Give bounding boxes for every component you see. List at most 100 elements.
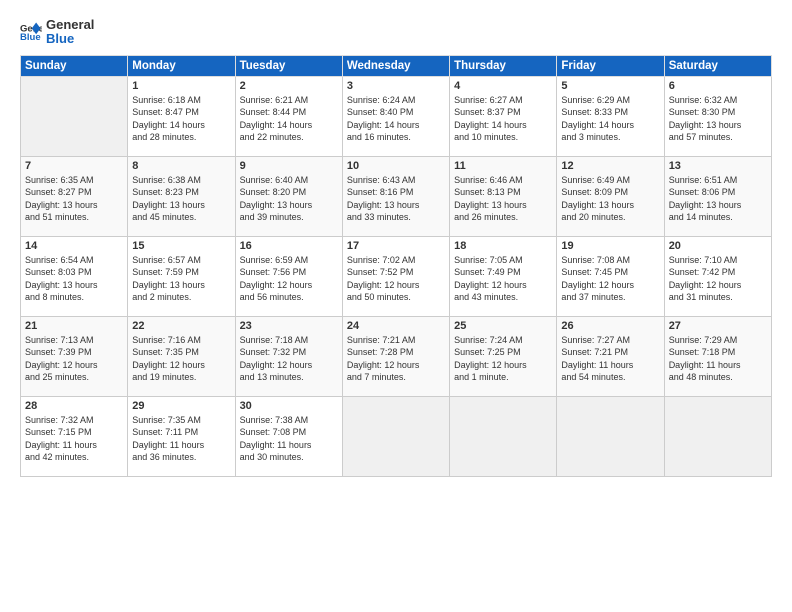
calendar-cell: 14 Sunrise: 6:54 AMSunset: 8:03 PMDayligh…	[21, 236, 128, 316]
calendar-cell: 15 Sunrise: 6:57 AMSunset: 7:59 PMDayligh…	[128, 236, 235, 316]
day-number: 22	[132, 320, 230, 332]
day-number: 2	[240, 80, 338, 92]
calendar-cell	[664, 396, 771, 476]
calendar-cell: 3 Sunrise: 6:24 AMSunset: 8:40 PMDaylight…	[342, 76, 449, 156]
cell-text: Sunrise: 6:18 AMSunset: 8:47 PMDaylight:…	[132, 94, 230, 144]
cell-text: Sunrise: 6:43 AMSunset: 8:16 PMDaylight:…	[347, 174, 445, 224]
cell-text: Sunrise: 6:40 AMSunset: 8:20 PMDaylight:…	[240, 174, 338, 224]
header-cell-thursday: Thursday	[450, 55, 557, 76]
cell-text: Sunrise: 7:13 AMSunset: 7:39 PMDaylight:…	[25, 334, 123, 384]
calendar-cell: 23 Sunrise: 7:18 AMSunset: 7:32 PMDayligh…	[235, 316, 342, 396]
cell-text: Sunrise: 7:24 AMSunset: 7:25 PMDaylight:…	[454, 334, 552, 384]
day-number: 18	[454, 240, 552, 252]
day-number: 26	[561, 320, 659, 332]
logo-general: General	[46, 18, 94, 32]
calendar-cell: 12Sunrise: 6:49 AMSunset: 8:09 PMDayligh…	[557, 156, 664, 236]
calendar-cell: 26 Sunrise: 7:27 AMSunset: 7:21 PMDayligh…	[557, 316, 664, 396]
calendar-cell: 13Sunrise: 6:51 AMSunset: 8:06 PMDayligh…	[664, 156, 771, 236]
calendar-cell: 25 Sunrise: 7:24 AMSunset: 7:25 PMDayligh…	[450, 316, 557, 396]
calendar-cell: 9 Sunrise: 6:40 AMSunset: 8:20 PMDaylight…	[235, 156, 342, 236]
day-number: 24	[347, 320, 445, 332]
cell-text: Sunrise: 6:38 AMSunset: 8:23 PMDaylight:…	[132, 174, 230, 224]
day-number: 23	[240, 320, 338, 332]
day-number: 1	[132, 80, 230, 92]
cell-text: Sunrise: 6:24 AMSunset: 8:40 PMDaylight:…	[347, 94, 445, 144]
calendar-cell	[21, 76, 128, 156]
cell-text: Sunrise: 7:08 AMSunset: 7:45 PMDaylight:…	[561, 254, 659, 304]
calendar-cell: 22 Sunrise: 7:16 AMSunset: 7:35 PMDayligh…	[128, 316, 235, 396]
week-row-1: 1 Sunrise: 6:18 AMSunset: 8:47 PMDaylight…	[21, 76, 772, 156]
day-number: 7	[25, 160, 123, 172]
calendar-table: SundayMondayTuesdayWednesdayThursdayFrid…	[20, 55, 772, 477]
cell-text: Sunrise: 7:02 AMSunset: 7:52 PMDaylight:…	[347, 254, 445, 304]
calendar-cell: 11Sunrise: 6:46 AMSunset: 8:13 PMDayligh…	[450, 156, 557, 236]
cell-text: Sunrise: 7:27 AMSunset: 7:21 PMDaylight:…	[561, 334, 659, 384]
cell-text: Sunrise: 7:16 AMSunset: 7:35 PMDaylight:…	[132, 334, 230, 384]
svg-text:Blue: Blue	[20, 32, 41, 43]
calendar-cell: 1 Sunrise: 6:18 AMSunset: 8:47 PMDaylight…	[128, 76, 235, 156]
day-number: 4	[454, 80, 552, 92]
header-cell-sunday: Sunday	[21, 55, 128, 76]
header-cell-monday: Monday	[128, 55, 235, 76]
cell-text: Sunrise: 6:32 AMSunset: 8:30 PMDaylight:…	[669, 94, 767, 144]
cell-text: Sunrise: 7:32 AMSunset: 7:15 PMDaylight:…	[25, 414, 123, 464]
day-number: 15	[132, 240, 230, 252]
cell-text: Sunrise: 7:21 AMSunset: 7:28 PMDaylight:…	[347, 334, 445, 384]
logo-blue: Blue	[46, 32, 94, 46]
calendar-cell: 29Sunrise: 7:35 AMSunset: 7:11 PMDayligh…	[128, 396, 235, 476]
header-cell-saturday: Saturday	[664, 55, 771, 76]
day-number: 8	[132, 160, 230, 172]
header-cell-friday: Friday	[557, 55, 664, 76]
day-number: 20	[669, 240, 767, 252]
logo-icon: General Blue	[20, 21, 42, 43]
header-cell-tuesday: Tuesday	[235, 55, 342, 76]
cell-text: Sunrise: 6:49 AMSunset: 8:09 PMDaylight:…	[561, 174, 659, 224]
calendar-cell: 18Sunrise: 7:05 AMSunset: 7:49 PMDayligh…	[450, 236, 557, 316]
day-number: 25	[454, 320, 552, 332]
calendar-cell: 8 Sunrise: 6:38 AMSunset: 8:23 PMDaylight…	[128, 156, 235, 236]
calendar-cell	[450, 396, 557, 476]
calendar-cell: 2 Sunrise: 6:21 AMSunset: 8:44 PMDaylight…	[235, 76, 342, 156]
calendar-cell: 19 Sunrise: 7:08 AMSunset: 7:45 PMDayligh…	[557, 236, 664, 316]
calendar-cell: 4 Sunrise: 6:27 AMSunset: 8:37 PMDaylight…	[450, 76, 557, 156]
cell-text: Sunrise: 6:21 AMSunset: 8:44 PMDaylight:…	[240, 94, 338, 144]
week-row-5: 28 Sunrise: 7:32 AMSunset: 7:15 PMDayligh…	[21, 396, 772, 476]
calendar-cell: 16 Sunrise: 6:59 AMSunset: 7:56 PMDayligh…	[235, 236, 342, 316]
day-number: 19	[561, 240, 659, 252]
day-number: 9	[240, 160, 338, 172]
day-number: 16	[240, 240, 338, 252]
cell-text: Sunrise: 7:35 AMSunset: 7:11 PMDaylight:…	[132, 414, 230, 464]
cell-text: Sunrise: 6:51 AMSunset: 8:06 PMDaylight:…	[669, 174, 767, 224]
day-number: 28	[25, 400, 123, 412]
cell-text: Sunrise: 6:29 AMSunset: 8:33 PMDaylight:…	[561, 94, 659, 144]
day-number: 10	[347, 160, 445, 172]
header: General Blue General Blue	[20, 18, 772, 47]
calendar-cell: 21 Sunrise: 7:13 AMSunset: 7:39 PMDayligh…	[21, 316, 128, 396]
calendar-cell: 24 Sunrise: 7:21 AMSunset: 7:28 PMDayligh…	[342, 316, 449, 396]
cell-text: Sunrise: 7:18 AMSunset: 7:32 PMDaylight:…	[240, 334, 338, 384]
cell-text: Sunrise: 7:10 AMSunset: 7:42 PMDaylight:…	[669, 254, 767, 304]
day-number: 3	[347, 80, 445, 92]
cell-text: Sunrise: 6:54 AMSunset: 8:03 PMDaylight:…	[25, 254, 123, 304]
calendar-cell	[557, 396, 664, 476]
week-row-3: 14 Sunrise: 6:54 AMSunset: 8:03 PMDayligh…	[21, 236, 772, 316]
cell-text: Sunrise: 6:57 AMSunset: 7:59 PMDaylight:…	[132, 254, 230, 304]
calendar-page: General Blue General Blue SundayMondayTu…	[0, 0, 792, 612]
cell-text: Sunrise: 6:27 AMSunset: 8:37 PMDaylight:…	[454, 94, 552, 144]
cell-text: Sunrise: 7:38 AMSunset: 7:08 PMDaylight:…	[240, 414, 338, 464]
day-number: 5	[561, 80, 659, 92]
calendar-cell: 10 Sunrise: 6:43 AMSunset: 8:16 PMDayligh…	[342, 156, 449, 236]
calendar-cell: 7 Sunrise: 6:35 AMSunset: 8:27 PMDaylight…	[21, 156, 128, 236]
day-number: 21	[25, 320, 123, 332]
calendar-cell: 5 Sunrise: 6:29 AMSunset: 8:33 PMDaylight…	[557, 76, 664, 156]
day-number: 17	[347, 240, 445, 252]
day-number: 6	[669, 80, 767, 92]
cell-text: Sunrise: 7:29 AMSunset: 7:18 PMDaylight:…	[669, 334, 767, 384]
cell-text: Sunrise: 6:46 AMSunset: 8:13 PMDaylight:…	[454, 174, 552, 224]
calendar-cell: 30Sunrise: 7:38 AMSunset: 7:08 PMDayligh…	[235, 396, 342, 476]
cell-text: Sunrise: 6:35 AMSunset: 8:27 PMDaylight:…	[25, 174, 123, 224]
calendar-cell: 28 Sunrise: 7:32 AMSunset: 7:15 PMDayligh…	[21, 396, 128, 476]
week-row-4: 21 Sunrise: 7:13 AMSunset: 7:39 PMDayligh…	[21, 316, 772, 396]
cell-text: Sunrise: 6:59 AMSunset: 7:56 PMDaylight:…	[240, 254, 338, 304]
day-number: 14	[25, 240, 123, 252]
